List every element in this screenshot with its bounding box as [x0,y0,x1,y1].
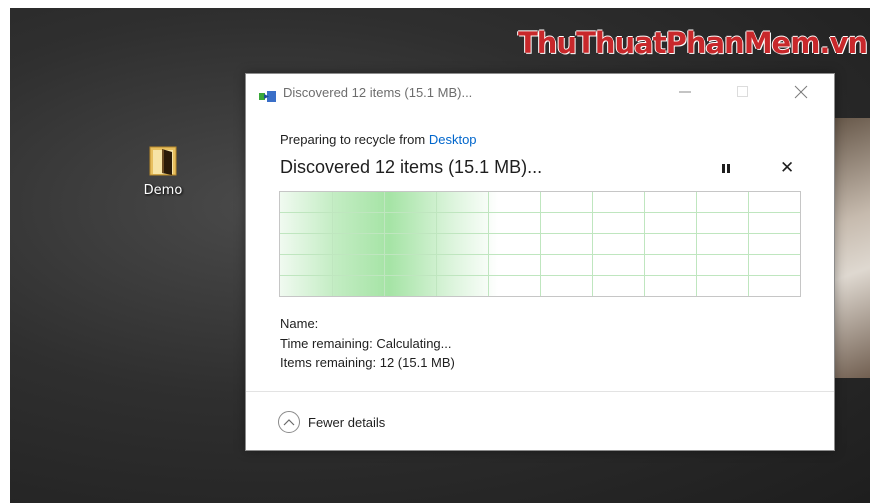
fewer-details-label: Fewer details [308,414,386,430]
location-link[interactable]: Desktop [429,132,477,147]
file-operation-icon [259,87,276,106]
progress-graph-fill [280,192,499,296]
items-remaining-row: Items remaining: 12 (15.1 MB) [280,353,455,373]
subheading-text: Preparing to recycle from [280,132,429,147]
time-remaining-value: Calculating... [376,335,452,351]
title-bar[interactable]: Discovered 12 items (15.1 MB)... [246,74,834,110]
maximize-button[interactable] [720,74,766,110]
minimize-button[interactable] [662,74,708,110]
progress-heading: Discovered 12 items (15.1 MB)... [280,157,543,177]
close-button[interactable] [778,74,824,110]
desktop-icon-demo[interactable]: Demo [133,145,193,198]
window-title: Discovered 12 items (15.1 MB)... [283,85,473,100]
details-panel: Name: Time remaining: Calculating... Ite… [280,314,455,373]
time-remaining-row: Time remaining: Calculating... [280,334,455,354]
name-label: Name: [280,316,319,331]
pause-icon [722,164,725,173]
close-icon [794,85,808,99]
footer-divider [246,391,834,392]
minimize-icon [679,91,691,93]
pause-button[interactable] [720,162,734,176]
maximize-icon [737,86,748,97]
fewer-details-button[interactable]: Fewer details [278,411,385,433]
desktop-icon-label: Demo [143,183,183,198]
items-remaining-label: Items remaining: [280,355,377,370]
chevron-up-icon [278,411,300,433]
progress-graph [279,191,801,297]
watermark: ThuThuatPhanMem.vn [518,26,868,60]
name-row: Name: [280,314,455,334]
items-remaining-value: 12 (15.1 MB) [379,355,455,370]
delete-progress-dialog: Discovered 12 items (15.1 MB)... Prepari… [245,73,835,451]
time-remaining-label: Time remaining: [280,335,373,351]
folder-icon [149,145,177,177]
cancel-operation-button[interactable]: ✕ [780,158,794,178]
operation-subheading: Preparing to recycle from Desktop [280,132,477,147]
